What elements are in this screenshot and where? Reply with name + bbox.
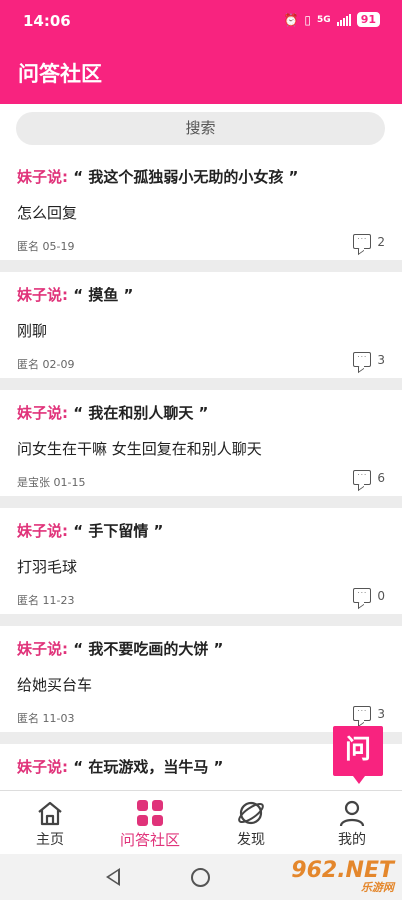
- post-question-text: “ 在玩游戏，当牛马 ”: [73, 758, 224, 776]
- user-icon: [312, 799, 392, 827]
- post-question: 妹子说: “ 摸鱼 ”: [17, 284, 133, 305]
- page-title: 问答社区: [18, 62, 102, 86]
- comment-icon: ···: [353, 234, 372, 249]
- post-meta: 匿名 11-03: [17, 712, 75, 725]
- list-item[interactable]: 妹子说: “ 我在和别人聊天 ” 问女生在干嘛 女生回复在和别人聊天 是宝张 0…: [0, 390, 402, 496]
- comment-count: 3: [377, 706, 385, 721]
- post-answer: 刚聊: [17, 322, 48, 340]
- post-answer: 问女生在干嘛 女生回复在和别人聊天: [17, 440, 262, 458]
- vibrate-icon: ▯: [304, 12, 312, 27]
- search-button[interactable]: 搜索: [16, 112, 385, 145]
- tab-label: 主页: [36, 832, 64, 848]
- tab-home[interactable]: 主页: [10, 799, 90, 849]
- post-question: 妹子说: “ 我不要吃画的大饼 ”: [17, 638, 223, 659]
- comment-icon: ···: [353, 470, 372, 485]
- comment-button[interactable]: ··· 6: [353, 470, 385, 485]
- tab-mine[interactable]: 我的: [312, 799, 392, 849]
- post-meta: 匿名 02-09: [17, 358, 75, 371]
- comment-button[interactable]: ··· 2: [353, 234, 385, 249]
- list-item[interactable]: 妹子说: “ 我这个孤独弱小无助的小女孩 ” 怎么回复 匿名 05-19 ···…: [0, 154, 402, 260]
- post-prefix: 妹子说:: [17, 404, 68, 422]
- post-prefix: 妹子说:: [17, 758, 68, 776]
- tab-label: 我的: [338, 832, 366, 848]
- post-question: 妹子说: “ 在玩游戏，当牛马 ”: [17, 756, 223, 777]
- app-header: 14:06 ⏰ ▯ 5G 91 问答社区: [0, 0, 402, 104]
- tab-label: 问答社区: [119, 831, 180, 849]
- watermark-logo: 962.NET 乐游网: [291, 858, 394, 895]
- post-meta: 匿名 11-23: [17, 594, 75, 607]
- back-icon[interactable]: [106, 868, 120, 886]
- tab-discover[interactable]: 发现: [211, 799, 291, 849]
- battery-indicator: 91: [356, 12, 380, 27]
- tab-qa-community[interactable]: 问答社区: [110, 799, 190, 850]
- post-prefix: 妹子说:: [17, 640, 68, 658]
- home-circle-icon[interactable]: [191, 868, 210, 887]
- comment-button[interactable]: ··· 0: [353, 588, 385, 603]
- comment-button[interactable]: ··· 3: [353, 706, 385, 721]
- post-answer: 给她买台车: [17, 676, 93, 694]
- signal-icon: [336, 13, 351, 26]
- post-question: 妹子说: “ 手下留情 ”: [17, 520, 163, 541]
- comment-count: 2: [377, 234, 385, 249]
- bottom-tab-bar: 主页 问答社区 发现 我的: [0, 790, 402, 854]
- post-prefix: 妹子说:: [17, 286, 68, 304]
- post-prefix: 妹子说:: [17, 522, 68, 540]
- post-question: 妹子说: “ 我在和别人聊天 ”: [17, 402, 208, 423]
- status-bar: 14:06 ⏰ ▯ 5G 91: [0, 10, 402, 34]
- list-item[interactable]: 妹子说: “ 手下留情 ” 打羽毛球 匿名 11-23 ··· 0: [0, 508, 402, 614]
- comment-count: 0: [377, 588, 385, 603]
- post-question-text: “ 我在和别人聊天 ”: [73, 404, 209, 422]
- post-question-text: “ 我不要吃画的大饼 ”: [73, 640, 224, 658]
- status-icons: ⏰ ▯ 5G 91: [283, 12, 380, 27]
- post-meta: 匿名 05-19: [17, 240, 75, 253]
- grid-icon: [110, 799, 190, 827]
- post-question-text: “ 手下留情 ”: [73, 522, 164, 540]
- post-answer: 怎么回复: [17, 204, 78, 222]
- comment-count: 3: [377, 352, 385, 367]
- system-nav-bar: 962.NET 乐游网: [0, 854, 402, 900]
- comment-icon: ···: [353, 706, 372, 721]
- post-question-text: “ 我这个孤独弱小无助的小女孩 ”: [73, 168, 299, 186]
- network-label: 5G: [317, 14, 331, 25]
- post-question: 妹子说: “ 我这个孤独弱小无助的小女孩 ”: [17, 166, 298, 187]
- post-prefix: 妹子说:: [17, 168, 68, 186]
- home-icon: [10, 799, 90, 827]
- planet-icon: [211, 799, 291, 827]
- alarm-icon: ⏰: [283, 12, 299, 27]
- post-question-text: “ 摸鱼 ”: [73, 286, 134, 304]
- comment-icon: ···: [353, 588, 372, 603]
- status-time: 14:06: [23, 12, 71, 30]
- comment-icon: ···: [353, 352, 372, 367]
- comment-count: 6: [377, 470, 385, 485]
- post-meta: 是宝张 01-15: [17, 476, 86, 489]
- search-bar-container: 搜索: [0, 104, 402, 154]
- comment-button[interactable]: ··· 3: [353, 352, 385, 367]
- ask-question-button[interactable]: 问: [333, 726, 383, 784]
- post-answer: 打羽毛球: [17, 558, 78, 576]
- list-item[interactable]: 妹子说: “ 摸鱼 ” 刚聊 匿名 02-09 ··· 3: [0, 272, 402, 378]
- list-item[interactable]: 妹子说: “ 我不要吃画的大饼 ” 给她买台车 匿名 11-03 ··· 3: [0, 626, 402, 732]
- tab-label: 发现: [237, 832, 265, 848]
